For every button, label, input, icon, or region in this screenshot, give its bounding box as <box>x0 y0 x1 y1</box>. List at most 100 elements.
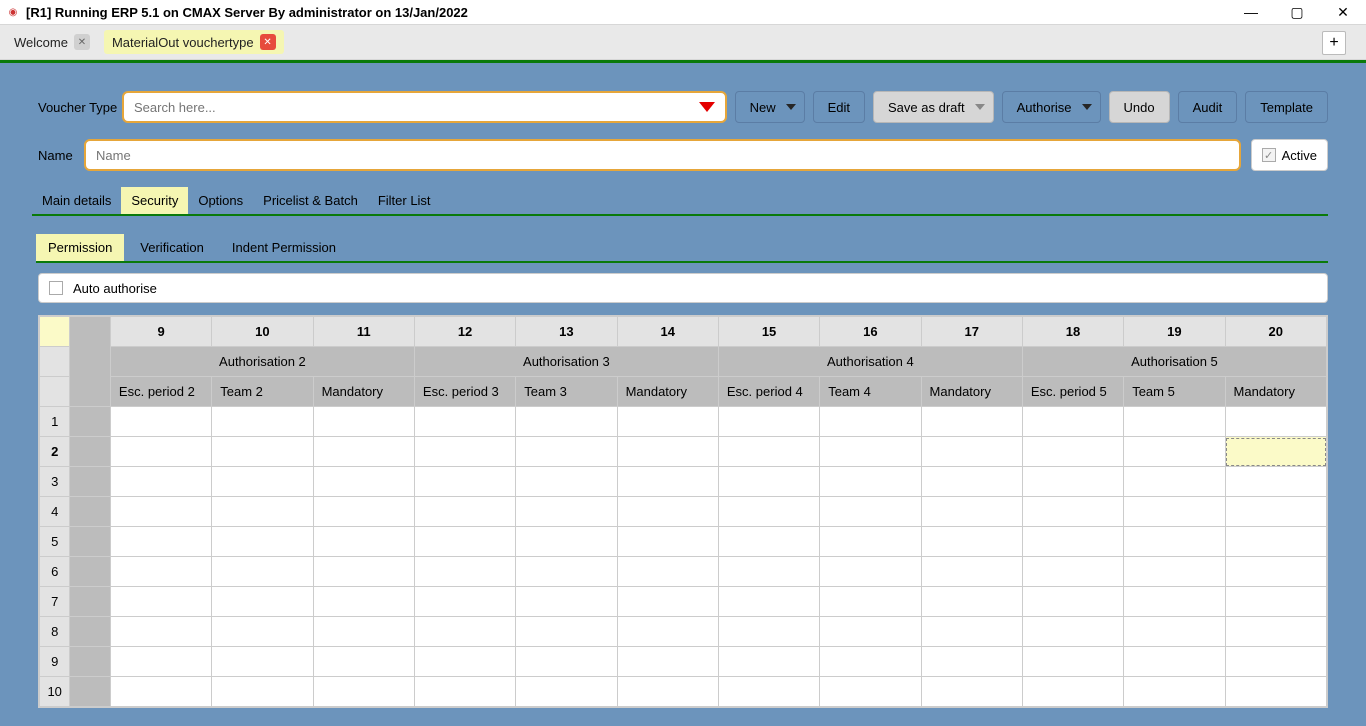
col-header-15[interactable]: 15 <box>718 317 819 347</box>
grid-cell[interactable] <box>820 437 921 467</box>
grid-cell[interactable] <box>414 557 515 587</box>
grid-cell[interactable] <box>921 497 1022 527</box>
search-input[interactable] <box>134 100 715 115</box>
grid-cell[interactable] <box>414 467 515 497</box>
grid-cell[interactable] <box>212 677 313 707</box>
grid-cell[interactable] <box>718 467 819 497</box>
grid-cell[interactable] <box>516 557 617 587</box>
col-header-12[interactable]: 12 <box>414 317 515 347</box>
grid-cell[interactable] <box>718 647 819 677</box>
name-input[interactable] <box>84 139 1241 171</box>
row-header-9[interactable]: 9 <box>40 647 70 677</box>
grid-cell[interactable] <box>921 677 1022 707</box>
grid-cell[interactable] <box>921 617 1022 647</box>
grid-cell[interactable] <box>1225 677 1326 707</box>
grid-cell[interactable] <box>1124 617 1225 647</box>
grid-cell[interactable] <box>313 557 414 587</box>
grid-cell[interactable] <box>1022 527 1123 557</box>
tab-close-icon[interactable]: ✕ <box>74 34 90 50</box>
close-button[interactable]: ✕ <box>1320 0 1366 24</box>
grid-cell[interactable] <box>313 437 414 467</box>
grid-cell[interactable] <box>617 677 718 707</box>
col-header-9[interactable]: 9 <box>110 317 211 347</box>
grid-cell[interactable] <box>212 407 313 437</box>
grid-cell[interactable] <box>1124 497 1225 527</box>
row-header-1[interactable]: 1 <box>40 407 70 437</box>
edit-button[interactable]: Edit <box>813 91 865 123</box>
grid-cell[interactable] <box>212 557 313 587</box>
grid-cell[interactable] <box>617 497 718 527</box>
grid-cell[interactable] <box>110 587 211 617</box>
tab-filter-list[interactable]: Filter List <box>368 187 441 214</box>
grid-cell[interactable] <box>212 647 313 677</box>
tab-verification[interactable]: Verification <box>128 234 216 261</box>
grid-cell[interactable] <box>212 617 313 647</box>
grid-cell[interactable] <box>1124 407 1225 437</box>
grid-cell[interactable] <box>313 647 414 677</box>
grid-cell[interactable] <box>820 557 921 587</box>
grid-cell[interactable] <box>1124 677 1225 707</box>
grid-cell[interactable] <box>313 617 414 647</box>
grid-cell[interactable] <box>921 467 1022 497</box>
grid-cell[interactable] <box>313 407 414 437</box>
save-draft-button[interactable]: Save as draft <box>873 91 994 123</box>
grid-cell[interactable] <box>110 557 211 587</box>
row-header-3[interactable]: 3 <box>40 467 70 497</box>
grid-cell[interactable] <box>110 677 211 707</box>
grid-cell[interactable] <box>212 497 313 527</box>
row-header-5[interactable]: 5 <box>40 527 70 557</box>
grid-cell[interactable] <box>1124 527 1225 557</box>
grid-cell[interactable] <box>820 467 921 497</box>
tab-main-details[interactable]: Main details <box>32 187 121 214</box>
grid-cell[interactable] <box>110 647 211 677</box>
grid-cell[interactable] <box>718 587 819 617</box>
col-header-14[interactable]: 14 <box>617 317 718 347</box>
tab-welcome[interactable]: Welcome ✕ <box>6 30 98 54</box>
grid-cell[interactable] <box>212 467 313 497</box>
grid-cell[interactable] <box>921 527 1022 557</box>
grid-cell[interactable] <box>212 587 313 617</box>
grid-cell[interactable] <box>313 527 414 557</box>
row-header-2[interactable]: 2 <box>40 437 70 467</box>
grid-cell[interactable] <box>617 467 718 497</box>
new-button[interactable]: New <box>735 91 805 123</box>
grid-cell[interactable] <box>921 587 1022 617</box>
grid-cell[interactable] <box>1225 467 1326 497</box>
col-header-11[interactable]: 11 <box>313 317 414 347</box>
grid-cell[interactable] <box>617 617 718 647</box>
grid-cell[interactable] <box>617 647 718 677</box>
col-header-16[interactable]: 16 <box>820 317 921 347</box>
grid-cell[interactable] <box>110 497 211 527</box>
grid-cell[interactable] <box>1124 437 1225 467</box>
grid-cell[interactable] <box>110 437 211 467</box>
grid-cell[interactable] <box>820 407 921 437</box>
auto-authorise-checkbox[interactable] <box>49 281 63 295</box>
grid-cell[interactable] <box>1022 557 1123 587</box>
grid-cell[interactable] <box>718 617 819 647</box>
grid-cell[interactable] <box>1022 437 1123 467</box>
tab-security[interactable]: Security <box>121 187 188 214</box>
row-header-10[interactable]: 10 <box>40 677 70 707</box>
row-header-4[interactable]: 4 <box>40 497 70 527</box>
maximize-button[interactable]: ▢ <box>1274 0 1320 24</box>
grid-cell[interactable] <box>617 587 718 617</box>
grid-cell[interactable] <box>313 467 414 497</box>
voucher-type-search[interactable] <box>122 91 727 123</box>
grid-cell[interactable] <box>1225 497 1326 527</box>
grid-cell[interactable] <box>414 407 515 437</box>
grid-cell[interactable] <box>313 677 414 707</box>
grid-cell[interactable] <box>1022 647 1123 677</box>
grid-corner[interactable] <box>40 317 70 347</box>
grid-cell[interactable] <box>516 497 617 527</box>
row-header-7[interactable]: 7 <box>40 587 70 617</box>
grid-cell[interactable] <box>1022 677 1123 707</box>
authorise-button[interactable]: Authorise <box>1002 91 1101 123</box>
grid-cell[interactable] <box>414 527 515 557</box>
dropdown-icon[interactable] <box>699 102 715 112</box>
grid-cell[interactable] <box>516 527 617 557</box>
checkbox-icon[interactable]: ✓ <box>1262 148 1276 162</box>
col-header-10[interactable]: 10 <box>212 317 313 347</box>
grid-cell[interactable] <box>617 407 718 437</box>
grid-cell[interactable] <box>516 617 617 647</box>
grid-cell[interactable] <box>1225 437 1326 467</box>
